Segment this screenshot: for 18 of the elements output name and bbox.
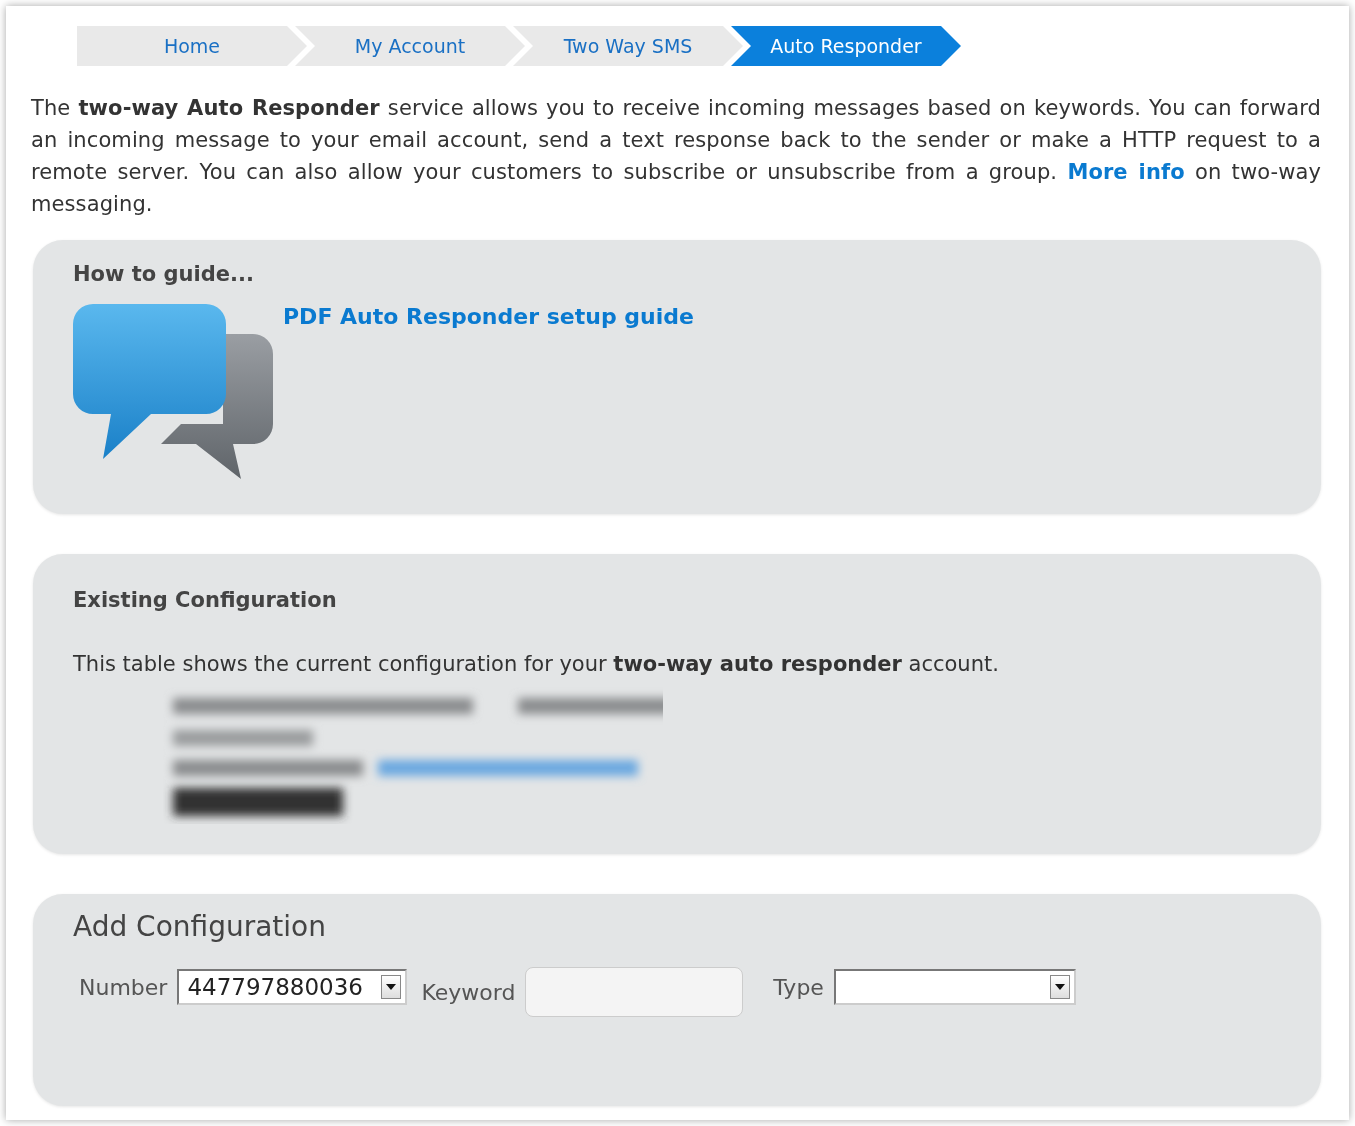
field-label: Number [79, 974, 168, 1000]
guide-link[interactable]: PDF Auto Responder setup guide [283, 304, 694, 329]
keyword-field[interactable] [525, 967, 744, 1017]
field-label: Keyword [421, 979, 516, 1005]
intro-paragraph: The two-way Auto Responder service allows you to receive incoming messages based on keywords. You can forward an incoming message to your email account, send a text response back to the sender or make a HTTP request to a remote server. You can also allow your customers to subscribe or unsubscribe from a group. More info on two-way messaging. [31, 95, 1321, 218]
more-info-link[interactable]: More info [1067, 160, 1185, 184]
type-select[interactable] [833, 969, 1076, 1005]
breadcrumb-item[interactable]: Two Way SMS [513, 26, 743, 66]
breadcrumb-item[interactable]: Auto Responder [731, 26, 961, 66]
panel-heading: How to guide... [73, 262, 255, 286]
breadcrumb-item[interactable]: My Account [295, 26, 525, 66]
panel-heading: Add Configuration [73, 910, 327, 943]
breadcrumb-item[interactable]: Home [77, 26, 307, 66]
description-text: This table shows the current configuration for your two-way auto responder account. [73, 652, 1000, 676]
panel-heading: Existing Configuration [73, 588, 338, 612]
chat-bubbles-icon [73, 304, 273, 479]
number-select[interactable]: 447797880036 [177, 969, 408, 1005]
field-label: Type [773, 974, 824, 1000]
